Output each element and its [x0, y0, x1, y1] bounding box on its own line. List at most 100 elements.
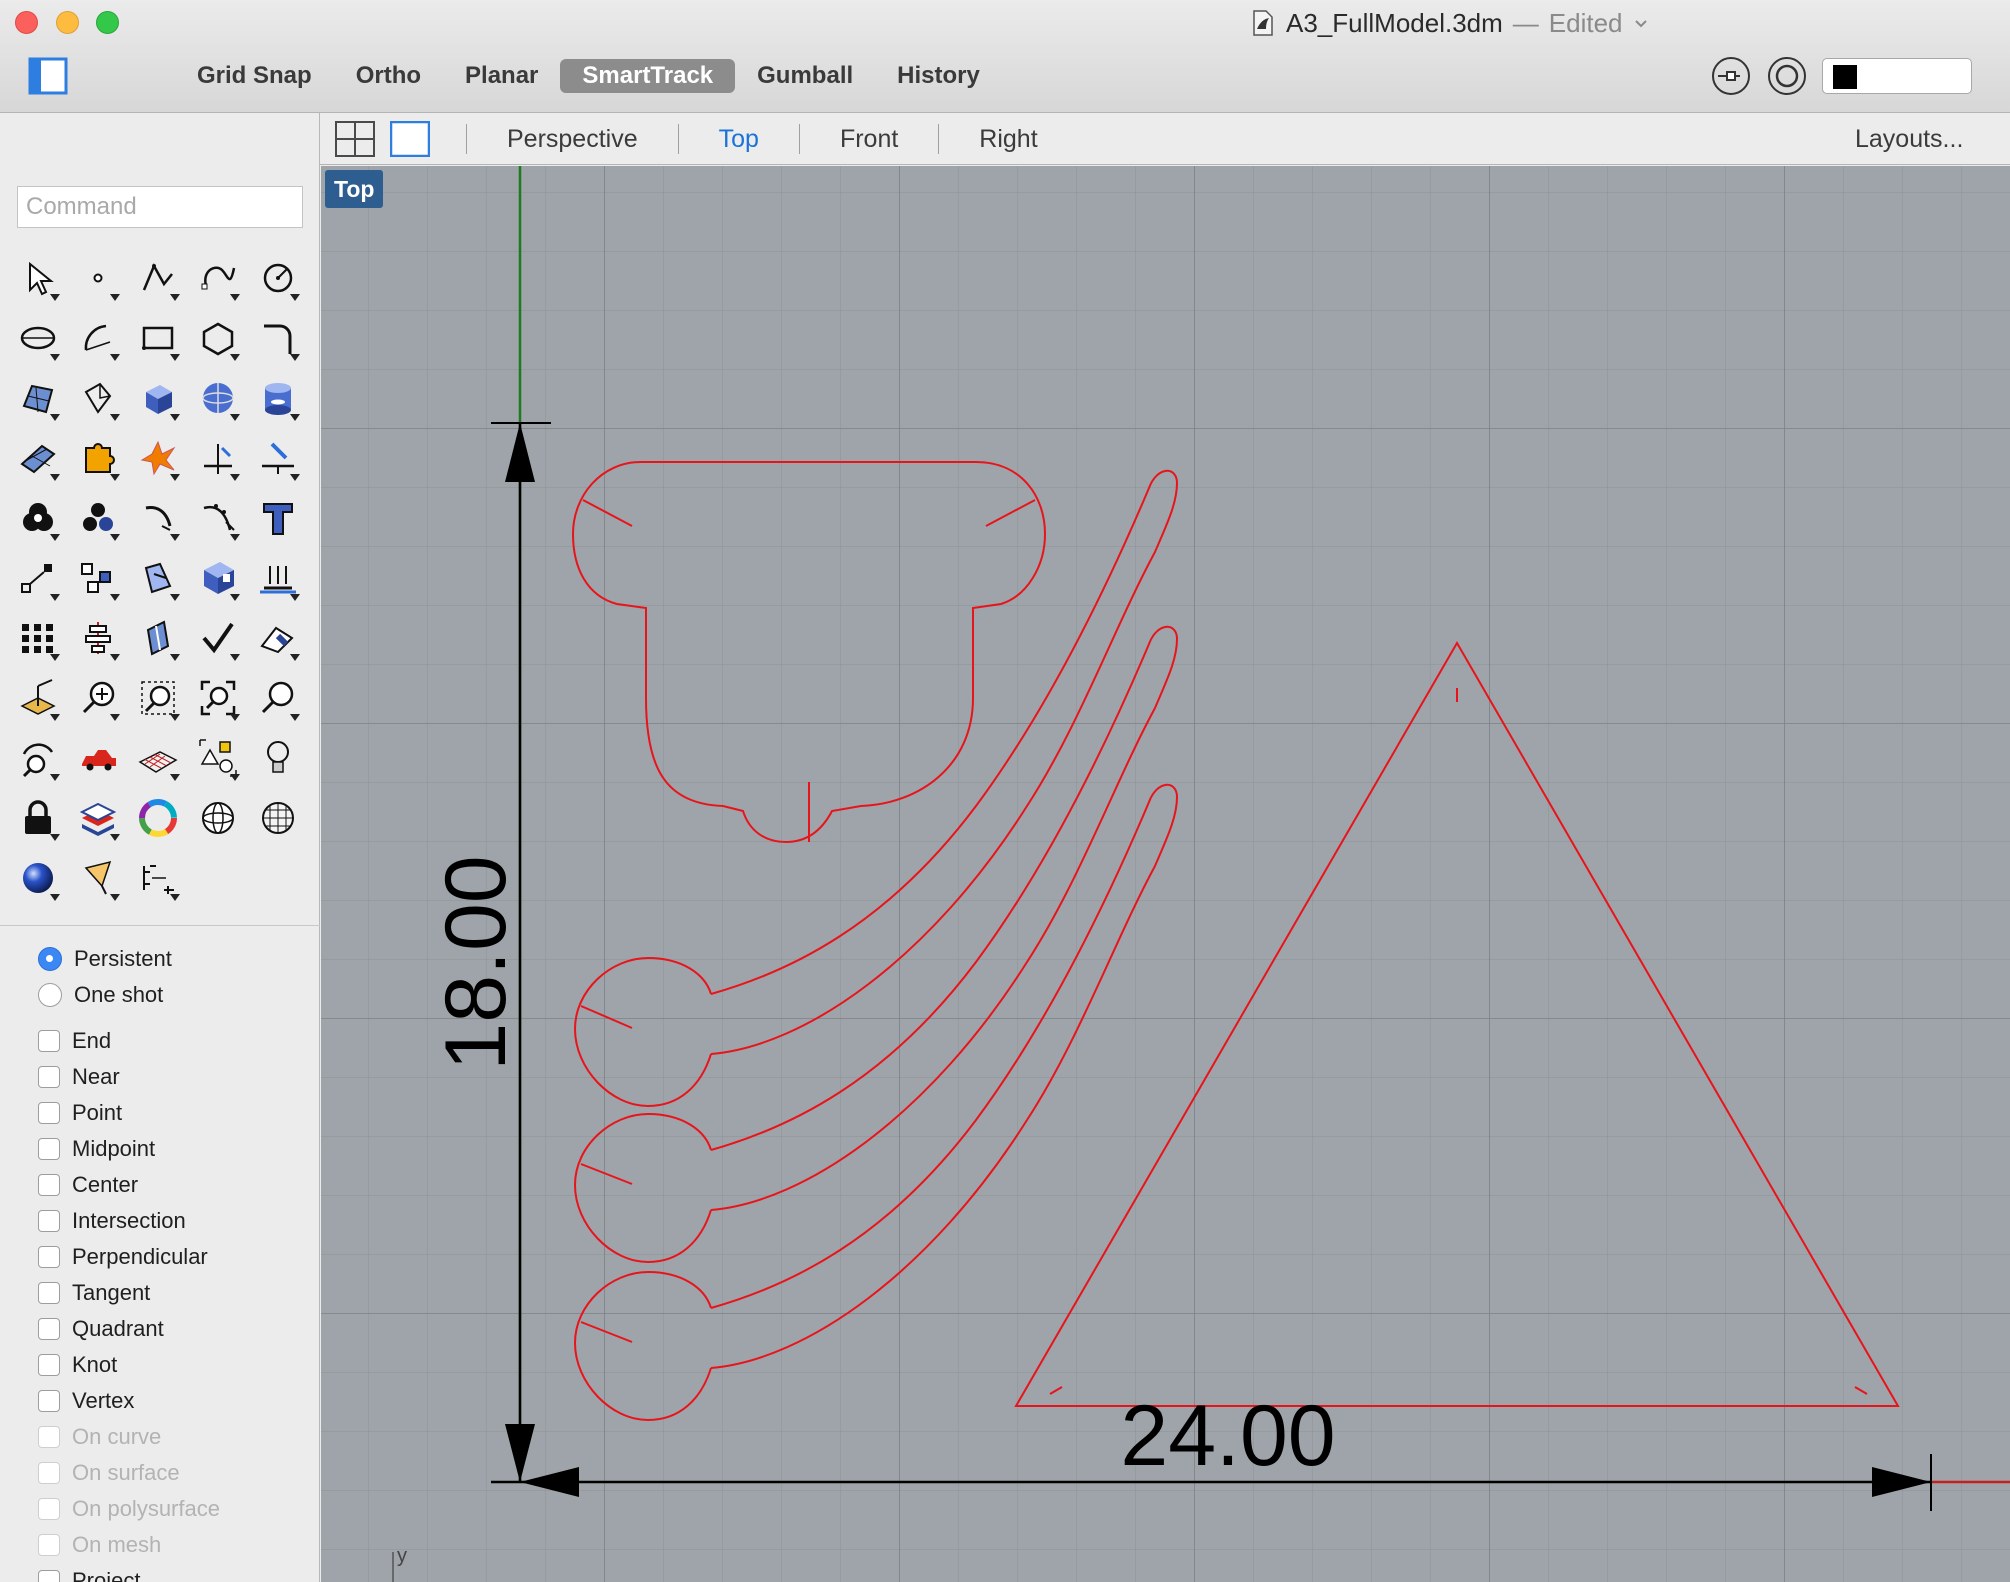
- mode-history-button[interactable]: History: [875, 59, 1002, 93]
- horizontal-dimension-text[interactable]: 24.00: [1120, 1388, 1335, 1484]
- car-render-tool-button[interactable]: [68, 728, 128, 788]
- array-tool-button[interactable]: [68, 548, 128, 608]
- flyout-arrow-icon[interactable]: [110, 594, 120, 601]
- radio-button[interactable]: [38, 983, 62, 1007]
- sidebar-toggle-icon[interactable]: [28, 57, 68, 95]
- mesh-sphere-tool-button[interactable]: [248, 788, 308, 848]
- osnap-mode-one-shot[interactable]: One shot: [38, 977, 308, 1013]
- flyout-arrow-icon[interactable]: [290, 654, 300, 661]
- mode-ortho-button[interactable]: Ortho: [334, 59, 443, 93]
- flyout-arrow-icon[interactable]: [110, 894, 120, 901]
- layouts-button[interactable]: Layouts...: [1855, 113, 1963, 165]
- flyout-arrow-icon[interactable]: [50, 474, 60, 481]
- flyout-arrow-icon[interactable]: [290, 714, 300, 721]
- project-to-plane-tool-button[interactable]: [248, 548, 308, 608]
- viewport-title-label[interactable]: Top: [325, 170, 384, 208]
- explode-tool-button[interactable]: [128, 428, 188, 488]
- blend-curve-tool-button[interactable]: [188, 488, 248, 548]
- move-transform-tool-button[interactable]: [8, 548, 68, 608]
- checkbox[interactable]: [38, 1030, 60, 1052]
- trim-tool-button[interactable]: [188, 428, 248, 488]
- flyout-arrow-icon[interactable]: [170, 294, 180, 301]
- fillet-edge-tool-button[interactable]: [128, 488, 188, 548]
- flyout-arrow-icon[interactable]: [110, 654, 120, 661]
- point-tool-button[interactable]: [68, 248, 128, 308]
- osnap-vertex[interactable]: Vertex: [38, 1383, 308, 1419]
- flyout-arrow-icon[interactable]: [170, 714, 180, 721]
- flyout-arrow-icon[interactable]: [110, 714, 120, 721]
- flyout-arrow-icon[interactable]: [50, 834, 60, 841]
- group-shapes-tool-button[interactable]: [188, 728, 248, 788]
- osnap-quadrant[interactable]: Quadrant: [38, 1311, 308, 1347]
- checkbox[interactable]: [38, 1138, 60, 1160]
- flyout-arrow-icon[interactable]: [50, 714, 60, 721]
- flyout-arrow-icon[interactable]: [50, 354, 60, 361]
- flyout-arrow-icon[interactable]: [290, 594, 300, 601]
- window-minimize-button[interactable]: [56, 11, 79, 34]
- flyout-arrow-icon[interactable]: [50, 774, 60, 781]
- boolean-split-tool-button[interactable]: [68, 488, 128, 548]
- mode-gumball-button[interactable]: Gumball: [735, 59, 875, 93]
- four-viewports-icon[interactable]: [335, 121, 375, 157]
- align-tool-button[interactable]: [68, 608, 128, 668]
- mesh-plane-tool-button[interactable]: [8, 428, 68, 488]
- flyout-arrow-icon[interactable]: [110, 414, 120, 421]
- single-viewport-icon[interactable]: [390, 121, 430, 157]
- document-title[interactable]: A3_FullModel.3dm — Edited: [1250, 6, 1649, 40]
- shell-box-tool-button[interactable]: [188, 548, 248, 608]
- flyout-arrow-icon[interactable]: [230, 774, 240, 781]
- osnap-center[interactable]: Center: [38, 1167, 308, 1203]
- command-input[interactable]: [17, 186, 303, 228]
- sphere-solid-tool-button[interactable]: [188, 368, 248, 428]
- checkbox[interactable]: [38, 1570, 60, 1582]
- flyout-arrow-icon[interactable]: [230, 594, 240, 601]
- polyline-tool-button[interactable]: [128, 248, 188, 308]
- cylinder-solid-tool-button[interactable]: [248, 368, 308, 428]
- extrude-crv-tool-button[interactable]: [128, 608, 188, 668]
- vertical-dimension-text[interactable]: 18.00: [428, 855, 524, 1070]
- chevron-down-icon[interactable]: [1633, 17, 1649, 29]
- extrude-surface-tool-button[interactable]: [68, 368, 128, 428]
- checkbox[interactable]: [38, 1354, 60, 1376]
- osnap-end[interactable]: End: [38, 1023, 308, 1059]
- cplane-tool-button[interactable]: [8, 668, 68, 728]
- osnap-knot[interactable]: Knot: [38, 1347, 308, 1383]
- rectangle-tool-button[interactable]: [128, 308, 188, 368]
- wireframe-sphere-tool-button[interactable]: [188, 788, 248, 848]
- window-zoom-button[interactable]: [96, 11, 119, 34]
- flyout-arrow-icon[interactable]: [50, 654, 60, 661]
- osnap-toggle-icon[interactable]: [1766, 55, 1808, 97]
- tab-perspective[interactable]: Perspective: [466, 124, 678, 154]
- current-layer-selector[interactable]: [1822, 58, 1972, 94]
- rotate-view-tool-button[interactable]: [8, 728, 68, 788]
- osnap-intersection[interactable]: Intersection: [38, 1203, 308, 1239]
- join-puzzle-tool-button[interactable]: [68, 428, 128, 488]
- boolean-union-tool-button[interactable]: [8, 488, 68, 548]
- flyout-arrow-icon[interactable]: [170, 534, 180, 541]
- lock-tool-button[interactable]: [8, 788, 68, 848]
- tab-top[interactable]: Top: [677, 124, 799, 154]
- check-tool-button[interactable]: [188, 608, 248, 668]
- zoom-window-tool-button[interactable]: [128, 668, 188, 728]
- flyout-arrow-icon[interactable]: [50, 594, 60, 601]
- polygon-tool-button[interactable]: [188, 308, 248, 368]
- grid-array-tool-button[interactable]: [8, 608, 68, 668]
- flyout-arrow-icon[interactable]: [230, 474, 240, 481]
- checkbox[interactable]: [38, 1390, 60, 1412]
- checkbox[interactable]: [38, 1174, 60, 1196]
- flyout-arrow-icon[interactable]: [110, 534, 120, 541]
- flyout-arrow-icon[interactable]: [170, 354, 180, 361]
- flyout-arrow-icon[interactable]: [110, 354, 120, 361]
- fillet-curve-tool-button[interactable]: [248, 308, 308, 368]
- render-sphere-tool-button[interactable]: [8, 848, 68, 908]
- flyout-arrow-icon[interactable]: [230, 294, 240, 301]
- checkbox[interactable]: [38, 1066, 60, 1088]
- osnap-mode-persistent[interactable]: Persistent: [38, 941, 308, 977]
- osnap-tangent[interactable]: Tangent: [38, 1275, 308, 1311]
- checkbox[interactable]: [38, 1282, 60, 1304]
- zoom-extents-tool-button[interactable]: [188, 668, 248, 728]
- zoom-in-tool-button[interactable]: [68, 668, 128, 728]
- checkbox[interactable]: [38, 1102, 60, 1124]
- scale-tool-button[interactable]: [128, 548, 188, 608]
- flyout-arrow-icon[interactable]: [110, 474, 120, 481]
